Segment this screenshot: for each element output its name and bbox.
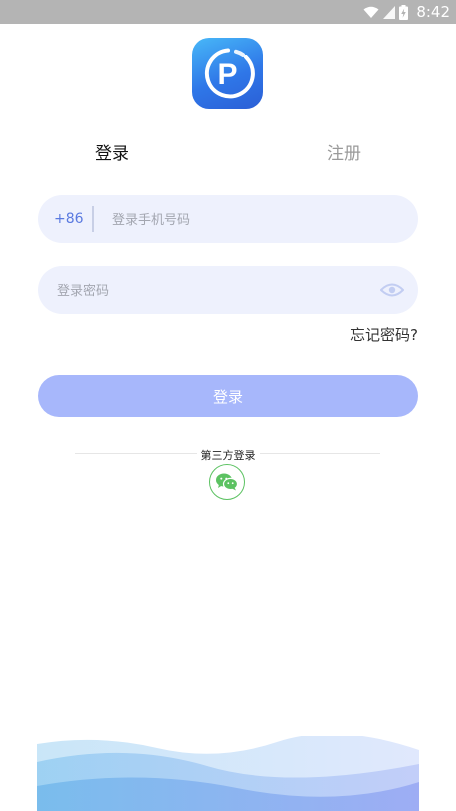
status-bar: 8:42 (0, 0, 456, 24)
divider-line-right (260, 453, 380, 454)
battery-charging-icon (399, 4, 409, 20)
wechat-login-button[interactable] (209, 464, 245, 500)
parking-p-icon: P (204, 48, 255, 99)
wechat-icon (216, 473, 239, 491)
tab-login[interactable]: 登录 (95, 139, 129, 164)
signal-icon (383, 5, 396, 19)
app-logo: P (192, 38, 263, 109)
password-input[interactable] (55, 266, 379, 316)
wifi-icon (363, 6, 379, 19)
password-field (38, 266, 418, 316)
login-button[interactable]: 登录 (38, 375, 418, 417)
country-code-selector[interactable]: +86 (54, 195, 84, 243)
tab-register[interactable]: 注册 (327, 139, 361, 164)
third-party-login-label: 第三方登录 (200, 449, 256, 462)
phone-input[interactable] (110, 195, 404, 245)
eye-icon[interactable] (380, 280, 404, 300)
status-time: 8:42 (416, 3, 450, 21)
phone-field: +86 (38, 195, 418, 245)
forgot-password-link[interactable]: 忘记密码? (350, 324, 418, 345)
logo-letter: P (217, 58, 237, 91)
field-divider (92, 206, 94, 232)
wave-decoration (37, 736, 419, 811)
